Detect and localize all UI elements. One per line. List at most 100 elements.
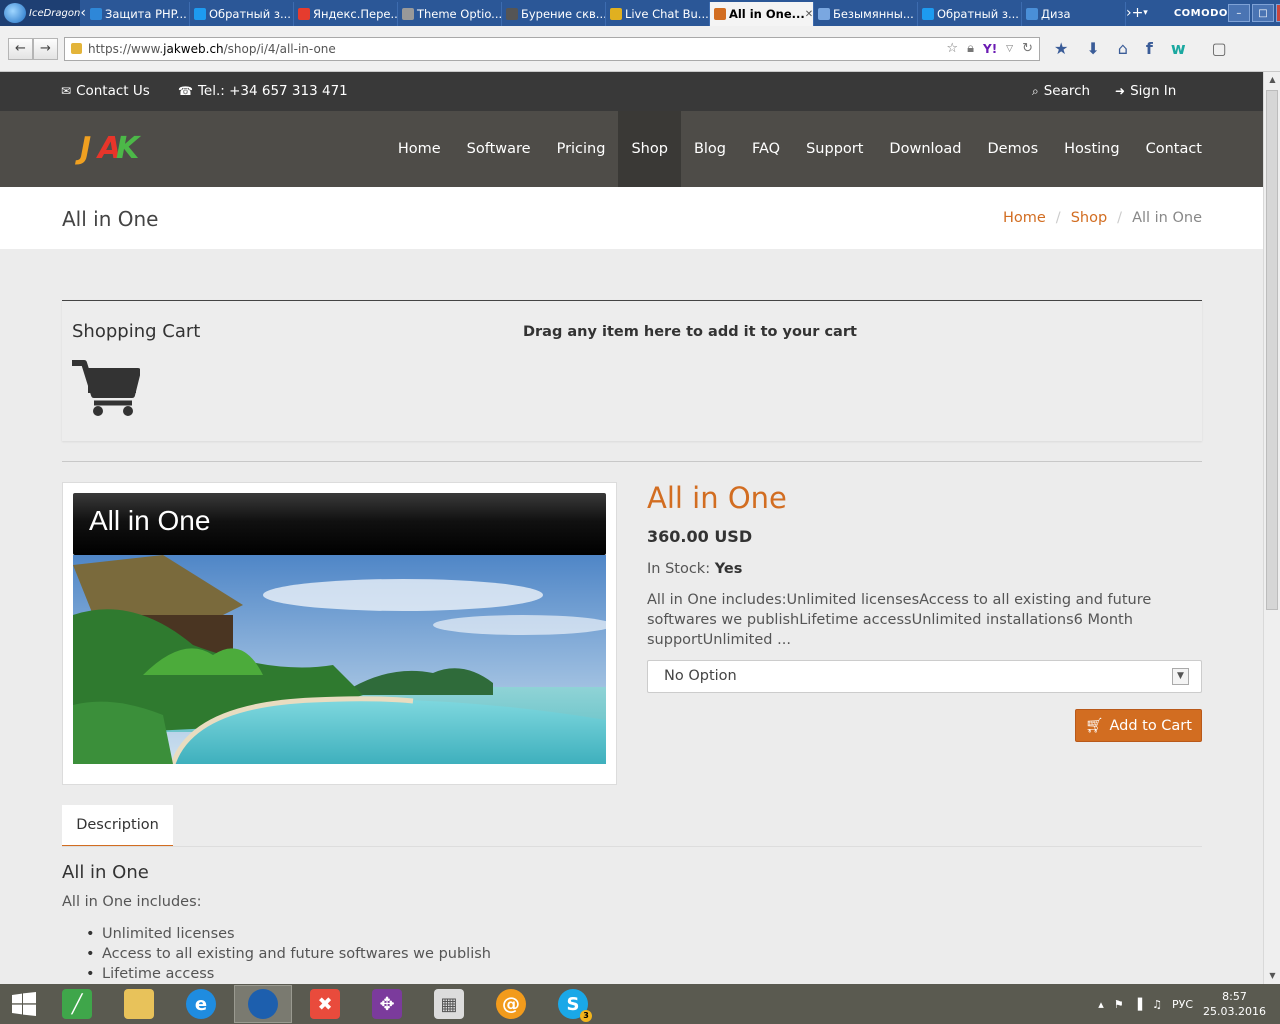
browser-tab[interactable]: Live Chat Bu...	[606, 2, 710, 26]
product-image-heading-bar: All in One	[73, 493, 606, 555]
browser-tab[interactable]: Обратный з...	[190, 2, 294, 26]
nav-item-pricing[interactable]: Pricing	[544, 111, 619, 187]
page-title-band: All in One Home / Shop / All in One	[0, 187, 1263, 249]
phone-icon: ☎	[178, 84, 193, 98]
clock[interactable]: 8:57 25.03.2016	[1203, 989, 1266, 1019]
browser-tab[interactable]: Диза	[1022, 2, 1126, 26]
product-image-heading: All in One	[89, 505, 211, 536]
nav-item-demos[interactable]: Demos	[975, 111, 1052, 187]
taskbar-ie[interactable]: e	[172, 985, 230, 1023]
search-icon: ⌕	[1032, 83, 1039, 98]
close-window-icon[interactable]: ✕	[1275, 4, 1280, 22]
yahoo-search-icon[interactable]: Y!	[983, 42, 997, 56]
breadcrumb-shop[interactable]: Shop	[1071, 210, 1107, 226]
bookmark-star-icon[interactable]: ☆	[946, 41, 958, 56]
back-icon[interactable]: ←	[8, 37, 33, 60]
product-image-frame[interactable]: All in One	[62, 482, 617, 785]
toolbar-icons: ★ ⬇ ⌂ f w ▢	[1054, 39, 1227, 58]
nav-item-blog[interactable]: Blog	[681, 111, 739, 187]
network-icon[interactable]: ▐	[1134, 998, 1142, 1011]
add-to-cart-label: Add to Cart	[1109, 717, 1192, 734]
stock-value: Yes	[714, 561, 743, 577]
icedragon-icon	[4, 3, 26, 23]
scroll-down-icon[interactable]: ▼	[1264, 968, 1280, 984]
product-short-description: All in One includes:Unlimited licensesAc…	[647, 592, 1152, 648]
language-indicator[interactable]: РУС	[1172, 998, 1193, 1011]
taskbar-app-purple[interactable]: ✥	[358, 985, 416, 1023]
site-header: J A K Home Software Pricing Shop Blog FAQ Supp…	[0, 111, 1263, 187]
breadcrumb-home[interactable]: Home	[1003, 210, 1046, 226]
system-tray: ▴ ⚑ ▐ ♫ РУС 8:57 25.03.2016	[1098, 989, 1266, 1019]
menu-icon[interactable]: ▢	[1212, 39, 1227, 58]
nav-item-home[interactable]: Home	[385, 111, 454, 187]
windows-start-icon[interactable]	[0, 984, 48, 1024]
page-scrollbar[interactable]: ▲ ▼	[1263, 72, 1280, 984]
search-link[interactable]: ⌕ Search	[1032, 83, 1090, 99]
tab-favicon-icon	[609, 8, 622, 20]
taskbar-mail[interactable]: @	[482, 985, 540, 1023]
flag-icon[interactable]: ⚑	[1114, 998, 1124, 1011]
tab-favicon-icon	[297, 8, 310, 20]
tray-expand-icon[interactable]: ▴	[1098, 998, 1104, 1011]
close-tab-icon[interactable]: ✕	[805, 9, 813, 20]
taskbar-icedragon[interactable]	[234, 985, 292, 1023]
minimize-icon[interactable]: –	[1227, 4, 1250, 22]
nav-item-contact[interactable]: Contact	[1133, 111, 1215, 187]
tab-label: Бурение скв...	[520, 7, 606, 21]
browser-tab[interactable]: Защита PHP...	[86, 2, 190, 26]
taskbar-app-cross[interactable]: ✖	[296, 985, 354, 1023]
contact-us-link[interactable]: ✉ Contact Us	[61, 83, 150, 99]
taskbar-explorer[interactable]	[110, 985, 168, 1023]
nav-item-faq[interactable]: FAQ	[739, 111, 793, 187]
nav-item-hosting[interactable]: Hosting	[1051, 111, 1132, 187]
taskbar-calculator[interactable]: ▦	[420, 985, 478, 1023]
tab-description[interactable]: Description	[62, 805, 173, 847]
forward-icon[interactable]: →	[33, 37, 58, 60]
shopping-cart-dropzone[interactable]: Shopping Cart Drag any item here to add …	[62, 300, 1202, 441]
home-icon[interactable]: ⌂	[1118, 39, 1128, 58]
scrollbar-thumb[interactable]	[1266, 90, 1278, 610]
download-icon[interactable]: ⬇	[1086, 39, 1099, 58]
browser-tab[interactable]: All in One... ✕	[709, 2, 814, 26]
scroll-up-icon[interactable]: ▲	[1264, 72, 1280, 88]
tab-favicon-icon	[713, 8, 726, 20]
product-option-select[interactable]: No Option ▼	[647, 660, 1202, 693]
cart-icon: 🛒︎	[1085, 718, 1104, 734]
lock-icon[interactable]: 🔒︎	[967, 41, 974, 56]
addon-icon[interactable]: w	[1171, 39, 1186, 58]
new-tab-icon[interactable]: +	[1132, 0, 1144, 26]
tab-list-icon[interactable]: ▾	[1143, 0, 1148, 26]
description-title: All in One	[62, 862, 149, 883]
taskbar-skype[interactable]: S 3	[544, 985, 602, 1023]
tab-favicon-icon	[505, 8, 518, 20]
url-host: jakweb.ch	[163, 41, 224, 56]
nav-item-support[interactable]: Support	[793, 111, 876, 187]
taskbar-app-green[interactable]: ╱	[48, 985, 106, 1023]
url-path: /shop/i/4/all-in-one	[223, 41, 336, 56]
reload-icon[interactable]: ↻	[1022, 41, 1033, 56]
tabs-container: Защита PHP... Обратный з... Яндекс.Пере...…	[86, 0, 1126, 26]
browser-tab[interactable]: Безымянны...	[814, 2, 918, 26]
browser-tab[interactable]: Theme Optio...	[398, 2, 502, 26]
volume-icon[interactable]: ♫	[1152, 998, 1162, 1011]
facebook-icon[interactable]: f	[1146, 39, 1153, 58]
nav-item-download[interactable]: Download	[876, 111, 974, 187]
browser-tab[interactable]: Обратный з...	[918, 2, 1022, 26]
browser-tab[interactable]: Бурение скв...	[502, 2, 606, 26]
tab-underline	[62, 846, 1202, 847]
address-bar[interactable]: https://www. jakweb.ch/shop/i/4/all-in-on…	[64, 36, 1040, 61]
product-price: 360.00 USD	[647, 527, 753, 546]
search-engine-dropdown-icon[interactable]: ▽	[1006, 44, 1013, 54]
sign-in-link[interactable]: ➜ Sign In	[1115, 83, 1176, 99]
app-icon: ✥	[372, 989, 402, 1019]
envelope-icon: ✉	[61, 84, 72, 98]
secure-site-icon	[71, 43, 82, 54]
nav-item-shop[interactable]: Shop	[618, 111, 681, 187]
add-to-cart-button[interactable]: 🛒︎ Add to Cart	[1075, 709, 1202, 742]
bookmarks-icon[interactable]: ★	[1054, 39, 1068, 58]
browser-tab[interactable]: Яндекс.Пере...	[294, 2, 398, 26]
restore-icon[interactable]: □	[1251, 4, 1274, 22]
nav-item-software[interactable]: Software	[454, 111, 544, 187]
jak-logo[interactable]: J A K	[78, 127, 144, 175]
browser-logo[interactable]: IceDragon	[0, 0, 81, 26]
